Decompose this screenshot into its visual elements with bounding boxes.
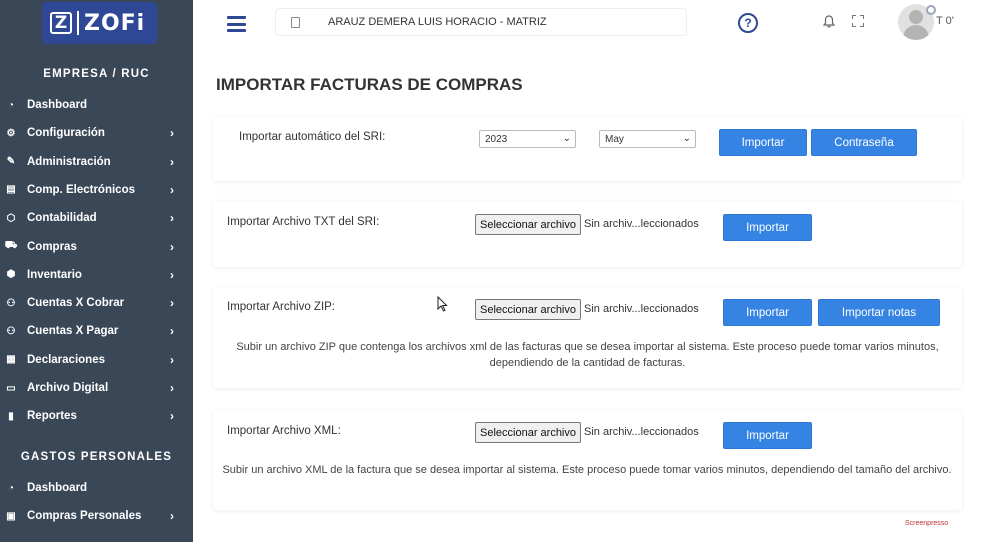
xml-import-label: Importar Archivo XML: (227, 425, 341, 437)
sidebar-item-label: Compras (27, 240, 77, 253)
sidebar-item[interactable]: ◔ Dashboard (0, 95, 193, 115)
watermark: Screenpresso (905, 520, 949, 527)
box-icon: ⬢ (6, 269, 16, 281)
sidebar-item-label: Compras Personales (27, 510, 142, 523)
shield-icon: ⬡ (6, 212, 16, 224)
sidebar-item[interactable]: ⚙ Configuración › (0, 123, 193, 143)
txt-file-status: Sin archiv...leccionados (584, 218, 699, 230)
xml-description: Subir un archivo XML de la factura que s… (222, 464, 952, 476)
xml-file-button[interactable]: Seleccionar archivo (475, 422, 581, 443)
sidebar-item[interactable]: ⬡ Contabilidad › (0, 208, 193, 228)
txt-import-label: Importar Archivo TXT del SRI: (227, 216, 380, 228)
menu-icon[interactable] (227, 16, 246, 32)
folder-icon: ▭ (6, 382, 16, 394)
sidebar-item-label: Administración (27, 155, 111, 168)
year-select[interactable]: 2023 ⌄ (479, 130, 576, 148)
wallet-icon: ▣ (6, 510, 16, 522)
sidebar: Z ZOFi EMPRESA / RUC ◔ Dashboard ⚙ Configur… (0, 0, 193, 542)
sidebar-item[interactable]: ⚇ Cuentas X Cobrar › (0, 293, 193, 313)
sidebar-item-label: Declaraciones (27, 353, 105, 366)
status-dot (926, 5, 936, 15)
chevron-right-icon: › (170, 409, 174, 424)
cart-icon: ⛟ (4, 240, 18, 251)
auto-import-label: Importar automático del SRI: (239, 131, 386, 143)
sidebar-item-label: Reportes (27, 410, 77, 423)
sidebar-item-label: Inventario (27, 268, 82, 281)
pencil-icon: ✎ (6, 156, 16, 168)
sidebar-item[interactable]: ▭ Archivo Digital › (0, 378, 193, 398)
dashboard-icon: ◔ (7, 482, 15, 494)
sidebar-item[interactable]: ▤ Comp. Electrónicos › (0, 180, 193, 200)
sidebar-item-label: Dashboard (27, 482, 88, 494)
chevron-right-icon: › (170, 267, 174, 282)
user-name: T 0' (936, 15, 954, 27)
gear-icon: ⚙ (6, 127, 16, 139)
fullscreen-icon[interactable] (852, 15, 864, 27)
month-select-value: May (605, 133, 624, 145)
zip-import-notes-button[interactable]: Importar notas (818, 299, 940, 326)
section-title-empresa: EMPRESA / RUC (43, 68, 150, 80)
chevron-right-icon: › (170, 182, 174, 197)
chevron-right-icon: › (170, 211, 174, 226)
chevron-right-icon: › (170, 381, 174, 395)
logo[interactable]: Z ZOFi (42, 2, 157, 44)
section-title-gastos: GASTOS PERSONALES (20, 451, 173, 463)
sidebar-item-label: Cuentas X Pagar (27, 325, 119, 338)
zip-description: Subir un archivo ZIP que contenga los ar… (236, 341, 939, 369)
sidebar-item[interactable]: ◔ Dashboard (0, 478, 193, 498)
help-icon[interactable]: ? (738, 13, 758, 33)
sidebar-item-label: Cuentas X Cobrar (27, 297, 125, 310)
chevron-right-icon: › (170, 126, 174, 141)
building-icon (291, 17, 300, 28)
sidebar-item-label: Configuración (27, 127, 105, 140)
chevron-right-icon: › (170, 154, 174, 169)
bar-chart-icon: ▮ (8, 410, 14, 422)
xml-file-status: Sin archiv...leccionados (584, 426, 699, 438)
bell-icon[interactable] (822, 15, 836, 31)
zip-file-button[interactable]: Seleccionar archivo (475, 299, 581, 320)
sidebar-item[interactable]: ✎ Administración › (0, 152, 193, 172)
auto-import-button[interactable]: Importar (719, 129, 807, 156)
logo-mark: Z (50, 12, 72, 34)
user-plus-icon: ⚇ (6, 297, 16, 309)
txt-import-card (213, 201, 962, 267)
chevron-right-icon: › (170, 324, 174, 339)
page-title: IMPORTAR FACTURAS DE COMPRAS (216, 75, 523, 94)
logo-text: ZOFi (84, 10, 146, 36)
dashboard-icon: ◔ (7, 99, 15, 111)
txt-file-button[interactable]: Seleccionar archivo (475, 214, 581, 235)
zip-import-label: Importar Archivo ZIP: (227, 301, 336, 313)
sidebar-item-label: Archivo Digital (27, 382, 109, 394)
sidebar-item-label: Contabilidad (27, 212, 97, 225)
month-select[interactable]: May ⌄ (599, 130, 696, 148)
year-select-value: 2023 (485, 133, 508, 145)
topbar: ARAUZ DEMERA LUIS HORACIO - MATRIZ ? T 0… (193, 0, 982, 50)
sidebar-item[interactable]: ⛟ Compras › (0, 237, 193, 257)
company-name: ARAUZ DEMERA LUIS HORACIO - MATRIZ (328, 16, 547, 28)
sidebar-item[interactable]: ▣ Compras Personales › (0, 506, 193, 526)
chevron-down-icon: ⌄ (682, 133, 691, 144)
password-button[interactable]: Contraseña (811, 129, 917, 156)
sidebar-item[interactable]: ▮ Reportes › (0, 406, 193, 426)
chevron-right-icon: › (170, 509, 174, 524)
xml-import-button[interactable]: Importar (723, 422, 812, 449)
sidebar-item-label: Dashboard (27, 99, 88, 111)
sidebar-item-label: Comp. Electrónicos (27, 183, 135, 196)
zip-file-status: Sin archiv...leccionados (584, 303, 699, 315)
sidebar-item[interactable]: ▦ Declaraciones › (0, 350, 193, 370)
sidebar-item[interactable]: ⬢ Inventario › (0, 265, 193, 285)
document-icon: ▤ (6, 184, 16, 196)
file-icon: ▦ (6, 354, 16, 366)
zip-import-button[interactable]: Importar (723, 299, 812, 326)
logo-separator (77, 11, 79, 35)
txt-import-button[interactable]: Importar (723, 214, 812, 241)
company-selector[interactable]: ARAUZ DEMERA LUIS HORACIO - MATRIZ (275, 8, 687, 36)
chevron-right-icon: › (170, 296, 174, 311)
chevron-down-icon: ⌄ (562, 133, 571, 144)
chevron-right-icon: › (170, 239, 174, 254)
user-minus-icon: ⚇ (6, 325, 16, 337)
chevron-right-icon: › (170, 352, 174, 367)
sidebar-item[interactable]: ⚇ Cuentas X Pagar › (0, 321, 193, 341)
